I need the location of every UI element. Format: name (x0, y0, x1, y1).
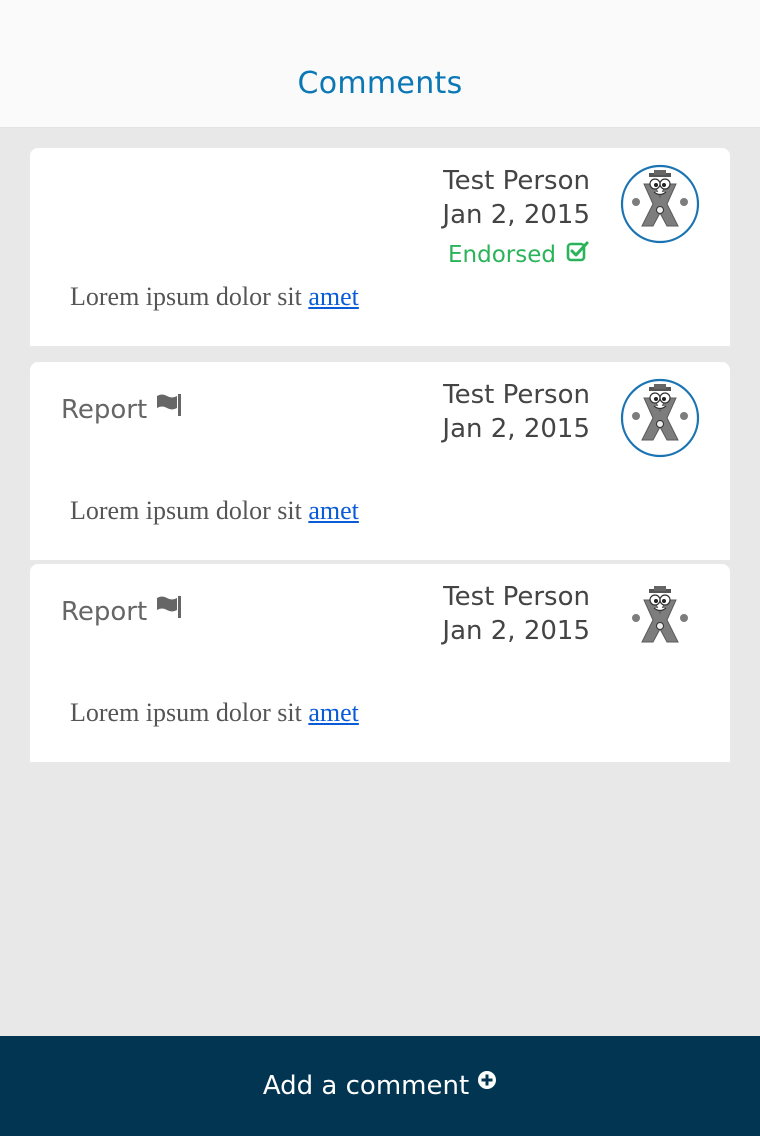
check-square-icon (566, 240, 590, 270)
endorsed-badge: Endorsed (448, 240, 590, 270)
comment-card: Test Person Jan 2, 2015 Endorsed Lorem i… (30, 148, 730, 346)
comment-body-text: Lorem ipsum dolor sit (70, 282, 309, 311)
avatar-mascot-icon (632, 586, 688, 643)
comment-date: Jan 2, 2015 (442, 200, 590, 230)
page-title: Comments (297, 66, 463, 101)
comment-body: Lorem ipsum dolor sit amet (70, 494, 359, 528)
comment-card: Report Test Person Jan 2, 2015 Lorem ips… (30, 564, 730, 762)
comment-body-text: Lorem ipsum dolor sit (70, 698, 309, 727)
avatar[interactable] (620, 164, 700, 244)
header-bar: Comments (0, 0, 760, 128)
comment-body-link[interactable]: amet (308, 496, 359, 525)
comment-body-link[interactable]: amet (308, 282, 359, 311)
comment-author: Test Person (443, 166, 590, 196)
comment-body: Lorem ipsum dolor sit amet (70, 696, 359, 730)
comment-body-text: Lorem ipsum dolor sit (70, 496, 309, 525)
comment-body: Lorem ipsum dolor sit amet (70, 280, 359, 314)
comment-author: Test Person (443, 582, 590, 612)
flag-icon (155, 392, 183, 427)
plus-circle-icon (477, 1070, 497, 1094)
add-comment-label: Add a comment (262, 1071, 470, 1101)
avatar[interactable] (620, 580, 700, 660)
report-button[interactable]: Report (61, 392, 183, 427)
endorsed-label: Endorsed (448, 242, 556, 268)
comment-card: Report Test Person Jan 2, 2015 Lorem ips… (30, 362, 730, 560)
report-button[interactable]: Report (61, 594, 183, 629)
comment-date: Jan 2, 2015 (442, 616, 590, 646)
flag-icon (155, 594, 183, 629)
report-label: Report (61, 394, 148, 425)
comment-date: Jan 2, 2015 (442, 414, 590, 444)
report-label: Report (61, 596, 148, 627)
add-comment-button[interactable]: Add a comment (0, 1036, 760, 1136)
avatar[interactable] (620, 378, 700, 458)
comment-author: Test Person (443, 380, 590, 410)
comment-body-link[interactable]: amet (308, 698, 359, 727)
